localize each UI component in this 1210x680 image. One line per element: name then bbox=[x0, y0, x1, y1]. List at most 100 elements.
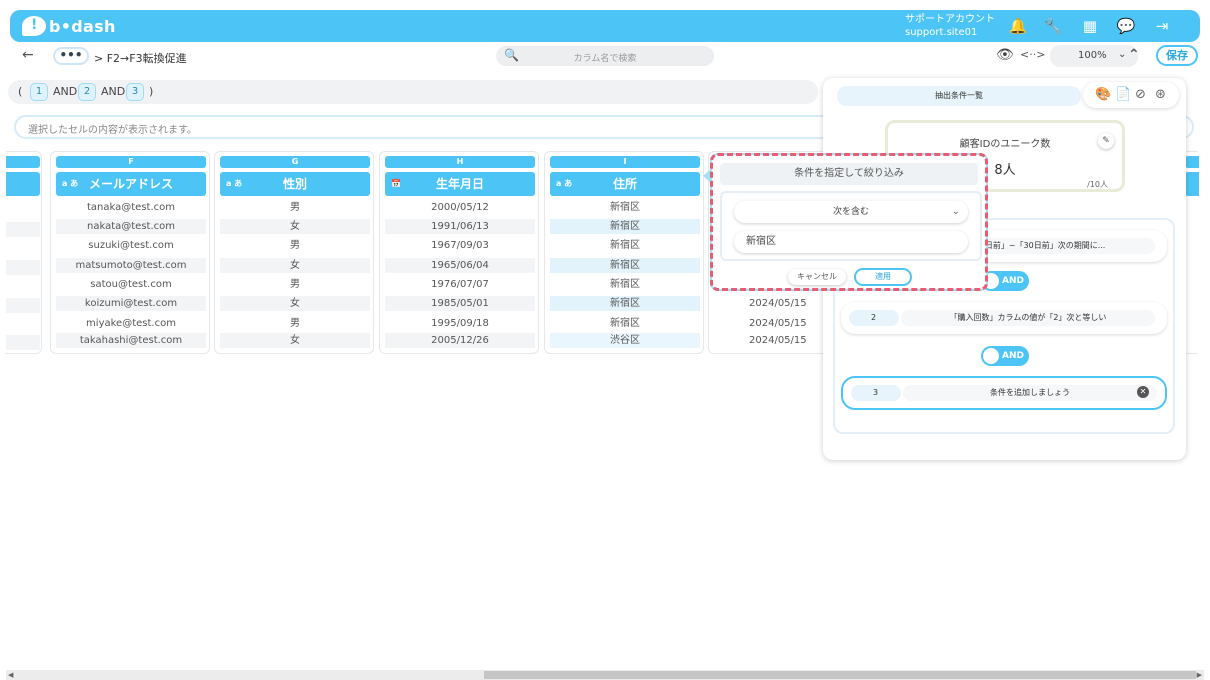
text-type-icon: a あ bbox=[556, 179, 573, 188]
column-header[interactable]: 📅 生年月日 bbox=[385, 172, 535, 196]
document-icon[interactable]: 📄 bbox=[1115, 87, 1131, 102]
table-cell[interactable]: miyake@test.com bbox=[56, 316, 206, 331]
table-cell[interactable] bbox=[6, 335, 40, 350]
column-header[interactable]: a あ 性別 bbox=[220, 172, 370, 196]
column-header[interactable] bbox=[1185, 172, 1199, 196]
horizontal-scrollbar[interactable]: ◀ ▶ bbox=[6, 670, 1204, 680]
eye-off-icon[interactable]: ⊘ bbox=[1135, 87, 1146, 102]
table-cell[interactable]: 渋谷区 bbox=[550, 333, 700, 348]
table-cell[interactable]: 新宿区 bbox=[550, 258, 700, 273]
table-cell[interactable] bbox=[6, 241, 40, 256]
table-cell[interactable]: tanaka@test.com bbox=[56, 200, 206, 215]
table-cell[interactable]: 1967/09/03 bbox=[385, 238, 535, 253]
toolbar: ← ••• > F2→F3転換促進 🔍 カラム名で検索 👁 <··> 100% … bbox=[10, 44, 1200, 70]
close-icon[interactable]: ✕ bbox=[1137, 386, 1149, 398]
chat-bubble-icon[interactable]: 💬 bbox=[1116, 16, 1136, 36]
table-cell[interactable]: takahashi@test.com bbox=[56, 333, 206, 348]
scroll-left-icon[interactable]: ◀ bbox=[8, 670, 13, 680]
close-paren: ) bbox=[149, 85, 154, 98]
table-cell[interactable]: 女 bbox=[220, 258, 370, 273]
eye-icon[interactable]: 👁 bbox=[996, 47, 1014, 63]
column-letter[interactable]: G bbox=[220, 156, 370, 168]
table-cell[interactable]: 新宿区 bbox=[550, 200, 700, 215]
table-cell[interactable]: 2000/05/12 bbox=[385, 200, 535, 215]
table-cell[interactable] bbox=[6, 279, 40, 294]
table-cell[interactable]: 2024/05/15 bbox=[749, 316, 825, 331]
cancel-button[interactable]: キャンセル bbox=[788, 269, 846, 285]
table-cell[interactable]: nakata@test.com bbox=[56, 219, 206, 234]
table-cell[interactable]: 2024/05/15 bbox=[749, 333, 825, 348]
bell-icon[interactable]: 🔔 bbox=[1008, 16, 1028, 36]
paint-icon[interactable]: 🎨 bbox=[1095, 87, 1111, 102]
zoom-select[interactable]: 100% ⌄ bbox=[1050, 45, 1138, 67]
table-cell[interactable] bbox=[6, 222, 40, 237]
table-cell[interactable]: 新宿区 bbox=[550, 219, 700, 234]
table-cell[interactable]: 女 bbox=[220, 333, 370, 348]
settings-icon[interactable]: ⊛ bbox=[1155, 87, 1166, 102]
operator-select[interactable]: 次を含む ⌄ bbox=[734, 201, 968, 223]
chevron-down-icon: ⌄ bbox=[951, 206, 960, 217]
table-cell[interactable]: 新宿区 bbox=[550, 238, 700, 253]
table-cell[interactable]: 男 bbox=[220, 200, 370, 215]
condition-text: 「購入回数」カラムの値が「2」次と等しい bbox=[901, 310, 1155, 326]
table-cell[interactable]: 男 bbox=[220, 316, 370, 331]
table-cell[interactable]: 1965/06/04 bbox=[385, 258, 535, 273]
table-cell[interactable] bbox=[6, 317, 40, 332]
chevron-up-icon[interactable]: ⌃ bbox=[1128, 47, 1140, 63]
table-cell[interactable]: 男 bbox=[220, 238, 370, 253]
breadcrumb[interactable]: > F2→F3転換促進 bbox=[94, 50, 187, 66]
table-cell[interactable]: 新宿区 bbox=[550, 296, 700, 311]
save-button[interactable]: 保存 bbox=[1156, 45, 1198, 66]
table-cell[interactable]: 2024/05/15 bbox=[749, 296, 825, 311]
table-cell[interactable]: matsumoto@test.com bbox=[56, 258, 206, 273]
column-search-input[interactable]: 🔍 カラム名で検索 bbox=[496, 46, 714, 66]
and-toggle[interactable]: AND bbox=[981, 346, 1029, 366]
logo[interactable]: b•dash bbox=[22, 14, 116, 38]
and-toggle[interactable]: AND bbox=[981, 271, 1029, 291]
apply-button[interactable]: 適用 bbox=[854, 268, 912, 286]
condition-item-2[interactable]: 2 「購入回数」カラムの値が「2」次と等しい bbox=[841, 302, 1167, 334]
table-cell[interactable]: 2005/12/26 bbox=[385, 333, 535, 348]
condition-chip-2[interactable]: 2 bbox=[78, 83, 96, 101]
column-letter[interactable] bbox=[1185, 156, 1199, 168]
column-header[interactable]: a あ 住所 bbox=[550, 172, 700, 196]
column-letter[interactable]: H bbox=[385, 156, 535, 168]
column-header[interactable] bbox=[6, 172, 40, 196]
back-arrow-icon[interactable]: ← bbox=[22, 47, 34, 63]
table-cell[interactable]: 1991/06/13 bbox=[385, 219, 535, 234]
table-cell[interactable] bbox=[6, 203, 40, 218]
logout-icon[interactable]: ⇥ bbox=[1152, 16, 1172, 36]
table-cell[interactable]: 新宿区 bbox=[550, 277, 700, 292]
wrench-icon[interactable]: 🔧 bbox=[1043, 16, 1063, 36]
column-gender: G a あ 性別 男 女 男 女 男 女 男 女 bbox=[214, 151, 374, 354]
table-cell[interactable]: 新宿区 bbox=[550, 316, 700, 331]
column-letter[interactable]: I bbox=[550, 156, 700, 168]
scrollbar-thumb[interactable] bbox=[484, 671, 1196, 679]
account-info[interactable]: サポートアカウント support.site01 bbox=[905, 13, 995, 39]
condition-item-3[interactable]: 3 条件を追加しましょう ✕ bbox=[841, 376, 1167, 410]
column-letter[interactable]: F bbox=[56, 156, 206, 168]
table-cell[interactable]: satou@test.com bbox=[56, 277, 206, 292]
table-cell[interactable] bbox=[6, 260, 40, 275]
edit-icon[interactable]: ✎ bbox=[1098, 133, 1114, 149]
code-icon[interactable]: <··> bbox=[1020, 48, 1045, 61]
condition-formula-bar: ( 1 AND 2 AND 3 ) bbox=[8, 80, 818, 104]
column-letter[interactable] bbox=[6, 156, 40, 168]
more-button[interactable]: ••• bbox=[53, 47, 89, 65]
table-cell[interactable]: 男 bbox=[220, 277, 370, 292]
grid-apps-icon[interactable]: ▦ bbox=[1080, 16, 1100, 36]
table-cell[interactable]: 1976/07/07 bbox=[385, 277, 535, 292]
calendar-icon: 📅 bbox=[391, 179, 401, 188]
table-cell[interactable]: suzuki@test.com bbox=[56, 238, 206, 253]
scroll-right-icon[interactable]: ▶ bbox=[1197, 670, 1202, 680]
table-cell[interactable] bbox=[6, 298, 40, 313]
table-cell[interactable]: 1995/09/18 bbox=[385, 316, 535, 331]
condition-chip-3[interactable]: 3 bbox=[126, 83, 144, 101]
column-header[interactable]: a あ メールアドレス bbox=[56, 172, 206, 196]
table-cell[interactable]: 女 bbox=[220, 219, 370, 234]
condition-chip-1[interactable]: 1 bbox=[30, 83, 48, 101]
table-cell[interactable]: 1985/05/01 bbox=[385, 296, 535, 311]
table-cell[interactable]: koizumi@test.com bbox=[56, 296, 206, 311]
filter-value-input[interactable]: 新宿区 bbox=[734, 231, 968, 253]
table-cell[interactable]: 女 bbox=[220, 296, 370, 311]
